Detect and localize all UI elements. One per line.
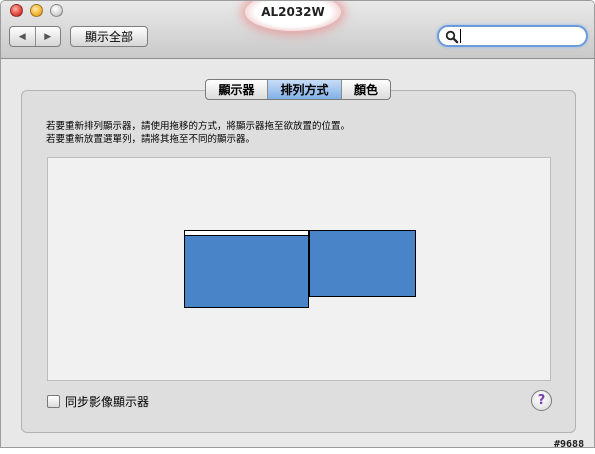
mirror-displays-label: 同步影像顯示器 xyxy=(65,395,150,409)
forward-arrow-icon: ▶ xyxy=(44,31,52,42)
show-all-button[interactable]: 顯示全部 xyxy=(70,26,148,47)
toolbar: AL2032W ◀ ▶ 顯示全部 xyxy=(1,1,594,59)
main-display-rect[interactable] xyxy=(184,230,309,308)
mirror-displays-option[interactable]: 同步影像顯示器 xyxy=(47,393,149,410)
secondary-display-rect[interactable] xyxy=(309,230,416,297)
tab-display[interactable]: 顯示器 xyxy=(206,80,267,99)
close-window-button[interactable] xyxy=(10,4,23,17)
instructions-text: 若要重新排列顯示器，請使用拖移的方式，將顯示器拖至欲放置的位置。 若要重新放置選… xyxy=(46,120,350,146)
help-button[interactable]: ? xyxy=(531,390,552,411)
watermark-text: #9688 xyxy=(554,439,585,450)
tab-arrangement[interactable]: 排列方式 xyxy=(267,80,341,99)
display-arrangement-area xyxy=(47,157,551,381)
instructions-line-1: 若要重新排列顯示器，請使用拖移的方式，將顯示器拖至欲放置的位置。 xyxy=(46,121,351,132)
zoom-window-button[interactable] xyxy=(50,4,63,17)
back-arrow-icon: ◀ xyxy=(18,31,26,42)
search-input[interactable] xyxy=(460,29,582,43)
back-forward-control: ◀ ▶ xyxy=(9,26,61,47)
back-button[interactable]: ◀ xyxy=(10,27,35,46)
minimize-window-button[interactable] xyxy=(30,4,43,17)
instructions-line-2: 若要重新放置選單列，請將其拖至不同的顯示器。 xyxy=(46,134,256,145)
search-icon xyxy=(445,30,459,44)
window-title: AL2032W xyxy=(261,5,325,19)
tab-bar: 顯示器 排列方式 顏色 xyxy=(205,79,391,100)
system-preferences-window: AL2032W ◀ ▶ 顯示全部 顯示器 排列方式 顏色 若要重新排列顯示器，請… xyxy=(0,0,595,448)
menu-bar-handle[interactable] xyxy=(185,231,308,236)
mirror-displays-checkbox[interactable] xyxy=(47,395,60,408)
forward-button[interactable]: ▶ xyxy=(34,27,61,46)
tab-color[interactable]: 顏色 xyxy=(341,80,390,99)
help-icon: ? xyxy=(537,393,546,408)
search-field[interactable] xyxy=(437,25,588,47)
